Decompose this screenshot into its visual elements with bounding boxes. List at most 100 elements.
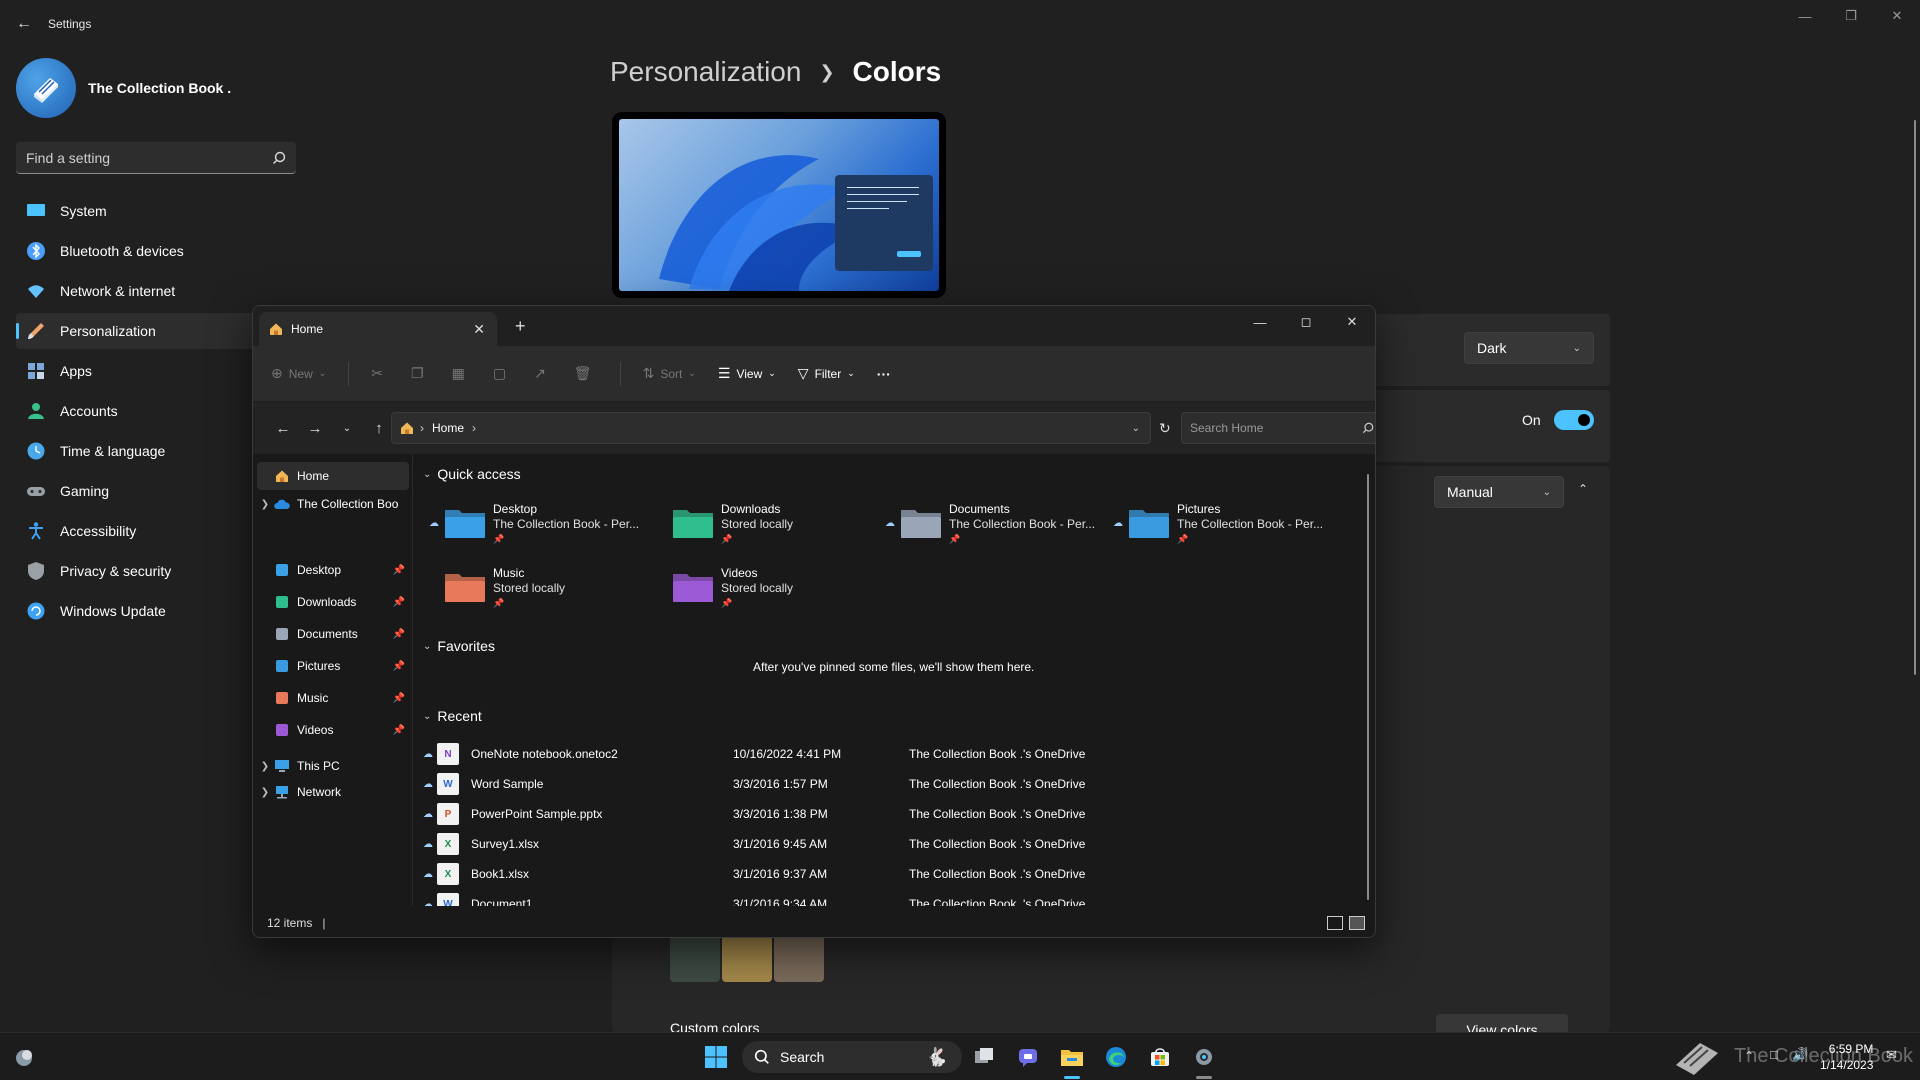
new-tab-icon[interactable]: + [515,316,526,337]
task-view-icon[interactable] [970,1043,998,1071]
favorites-header[interactable]: ⌄ Favorites [423,638,495,654]
mode-dropdown[interactable]: Dark ⌄ [1464,332,1594,364]
pin-icon[interactable]: 📌 [393,565,405,576]
show-hidden-icons[interactable]: ⌃ [1744,1049,1754,1063]
explorer-sidebar: Home ❯ The Collection Boo Desktop 📌 Downlo… [253,454,413,906]
chevron-right-icon[interactable]: ❯ [257,761,273,772]
pin-icon[interactable]: 📌 [393,693,405,704]
home-icon [401,422,413,434]
pin-icon[interactable]: 📌 [393,725,405,736]
back-arrow-icon[interactable]: ← [267,420,299,437]
quick-access-header[interactable]: ⌄ Quick access [423,466,521,482]
wallpaper-preview [619,119,939,291]
find-setting-box[interactable] [16,142,296,174]
refresh-icon[interactable]: ↻ [1159,420,1171,437]
recent-file-row[interactable]: ☁ P PowerPoint Sample.pptx 3/3/2016 1:38 PM… [423,800,1323,828]
chevron-right-icon[interactable]: ❯ [257,499,273,510]
recent-locations-icon[interactable]: ⌄ [331,423,363,434]
search-icon[interactable] [272,151,286,165]
back-arrow-icon[interactable]: ← [0,15,48,33]
breadcrumb-parent[interactable]: Personalization [610,56,801,88]
recent-file-row[interactable]: ☁ W Word Sample 3/3/2016 1:57 PM The Collect… [423,770,1323,798]
file-explorer-taskbar-icon[interactable] [1058,1043,1086,1071]
notification-bell-icon[interactable]: ✉ [1886,1047,1897,1063]
rename-button[interactable]: ▢ [493,365,512,382]
recent-header[interactable]: ⌄ Recent [423,708,482,724]
sidebar-item-network[interactable]: ❯ Network [257,778,409,806]
sidebar-item-desktop[interactable]: Desktop 📌 [257,556,409,584]
pin-icon[interactable]: 📌 [393,597,405,608]
quick-access-desktop[interactable]: ☁ Desktop The Collection Book - Per... 📌 [429,502,659,552]
sidebar-item-onedrive[interactable]: ❯ The Collection Boo [257,490,409,518]
widgets-icon[interactable] [10,1043,38,1071]
explorer-scrollbar[interactable] [1367,474,1369,900]
sidebar-item-network-internet[interactable]: Network & internet [16,273,300,309]
chevron-right-icon[interactable]: ❯ [257,787,273,798]
teams-chat-icon[interactable] [1014,1043,1042,1071]
cut-button[interactable]: ✂ [371,365,389,382]
close-icon[interactable]: ✕ [1874,0,1920,32]
network-tray-icon[interactable]: □ [1770,1047,1778,1062]
more-options-button[interactable]: ··· [877,366,891,382]
view-button[interactable]: ☰ View ⌄ [718,365,776,382]
tab-home[interactable]: Home ✕ [259,312,497,346]
sidebar-item-bluetooth-devices[interactable]: Bluetooth & devices [16,233,300,269]
edge-browser-icon[interactable] [1102,1043,1130,1071]
minimize-icon[interactable]: — [1782,0,1828,32]
recent-file-row[interactable]: ☁ X Survey1.xlsx 3/1/2016 9:45 AM The Collec… [423,830,1323,858]
volume-icon[interactable]: 🔊 [1792,1047,1808,1063]
address-bar[interactable]: › Home › ⌄ [391,412,1151,444]
delete-button[interactable]: 🗑 [574,365,598,382]
quick-access-pictures[interactable]: ☁ Pictures The Collection Book - Per... 📌 [1113,502,1343,552]
sidebar-item-documents[interactable]: Documents 📌 [257,620,409,648]
copy-button[interactable]: ❐ [411,365,430,382]
sidebar-item-system[interactable]: System [16,193,300,229]
search-icon [754,1049,769,1064]
restore-icon[interactable]: ❐ [1828,0,1874,32]
pin-icon[interactable]: 📌 [393,661,405,672]
explorer-search-box[interactable]: Search Home [1181,412,1375,444]
tiles-view-icon[interactable] [1349,915,1365,930]
settings-gear-icon[interactable] [1190,1043,1218,1071]
recent-file-row[interactable]: ☁ X Book1.xlsx 3/1/2016 9:37 AM The Collecti… [423,860,1323,888]
user-profile[interactable]: The Collection Book . [16,58,231,118]
find-setting-input[interactable] [26,149,256,166]
share-button[interactable]: ↗ [534,365,552,382]
pin-icon[interactable]: 📌 [393,629,405,640]
start-icon[interactable] [702,1043,730,1071]
maximize-icon[interactable]: ◻ [1283,306,1329,338]
sidebar-item-music[interactable]: Music 📌 [257,684,409,712]
quick-access-videos[interactable]: Videos Stored locally 📌 [657,566,887,616]
quick-access-downloads[interactable]: Downloads Stored locally 📌 [657,502,887,552]
recent-file-row[interactable]: ☁ N OneNote notebook.onetoc2 10/16/2022 4:4… [423,740,1323,768]
color-swatch-2[interactable] [722,932,772,982]
sidebar-item-downloads[interactable]: Downloads 📌 [257,588,409,616]
sidebar-item-pictures[interactable]: Pictures 📌 [257,652,409,680]
paste-button[interactable]: ▦ [452,365,471,382]
minimize-icon[interactable]: — [1237,306,1283,338]
accent-dropdown[interactable]: Manual ⌄ [1434,476,1564,508]
sort-button[interactable]: ⇅ Sort ⌄ [643,365,696,382]
color-swatch-3[interactable] [774,932,824,982]
close-tab-icon[interactable]: ✕ [473,321,485,338]
quick-access-documents[interactable]: ☁ Documents The Collection Book - Per... 📌 [885,502,1115,552]
clock-date: 1/14/2023 [1820,1058,1874,1072]
microsoft-store-icon[interactable] [1146,1043,1174,1071]
sidebar-item-home[interactable]: Home [257,462,409,490]
color-swatch-1[interactable] [670,932,720,982]
filter-button[interactable]: ▽ Filter ⌄ [798,365,855,382]
quick-access-music[interactable]: Music Stored locally 📌 [429,566,659,616]
forward-arrow-icon[interactable]: → [299,420,331,437]
address-dropdown-icon[interactable]: ⌄ [1132,423,1140,434]
details-view-icon[interactable] [1327,915,1343,930]
transparency-toggle[interactable] [1554,410,1594,430]
settings-scrollbar[interactable] [1914,120,1916,675]
download-icon [273,595,291,609]
taskbar-search[interactable]: Search 🐇 [742,1041,962,1073]
chevron-up-icon[interactable]: ⌃ [1578,482,1588,496]
sidebar-item-videos[interactable]: Videos 📌 [257,716,409,744]
close-icon[interactable]: ✕ [1329,306,1375,338]
system-clock[interactable]: 6:59 PM 1/14/2023 [1820,1041,1873,1073]
sidebar-item-this-pc[interactable]: ❯ This PC [257,752,409,780]
new-button[interactable]: ⊕ New ⌄ [271,365,326,382]
